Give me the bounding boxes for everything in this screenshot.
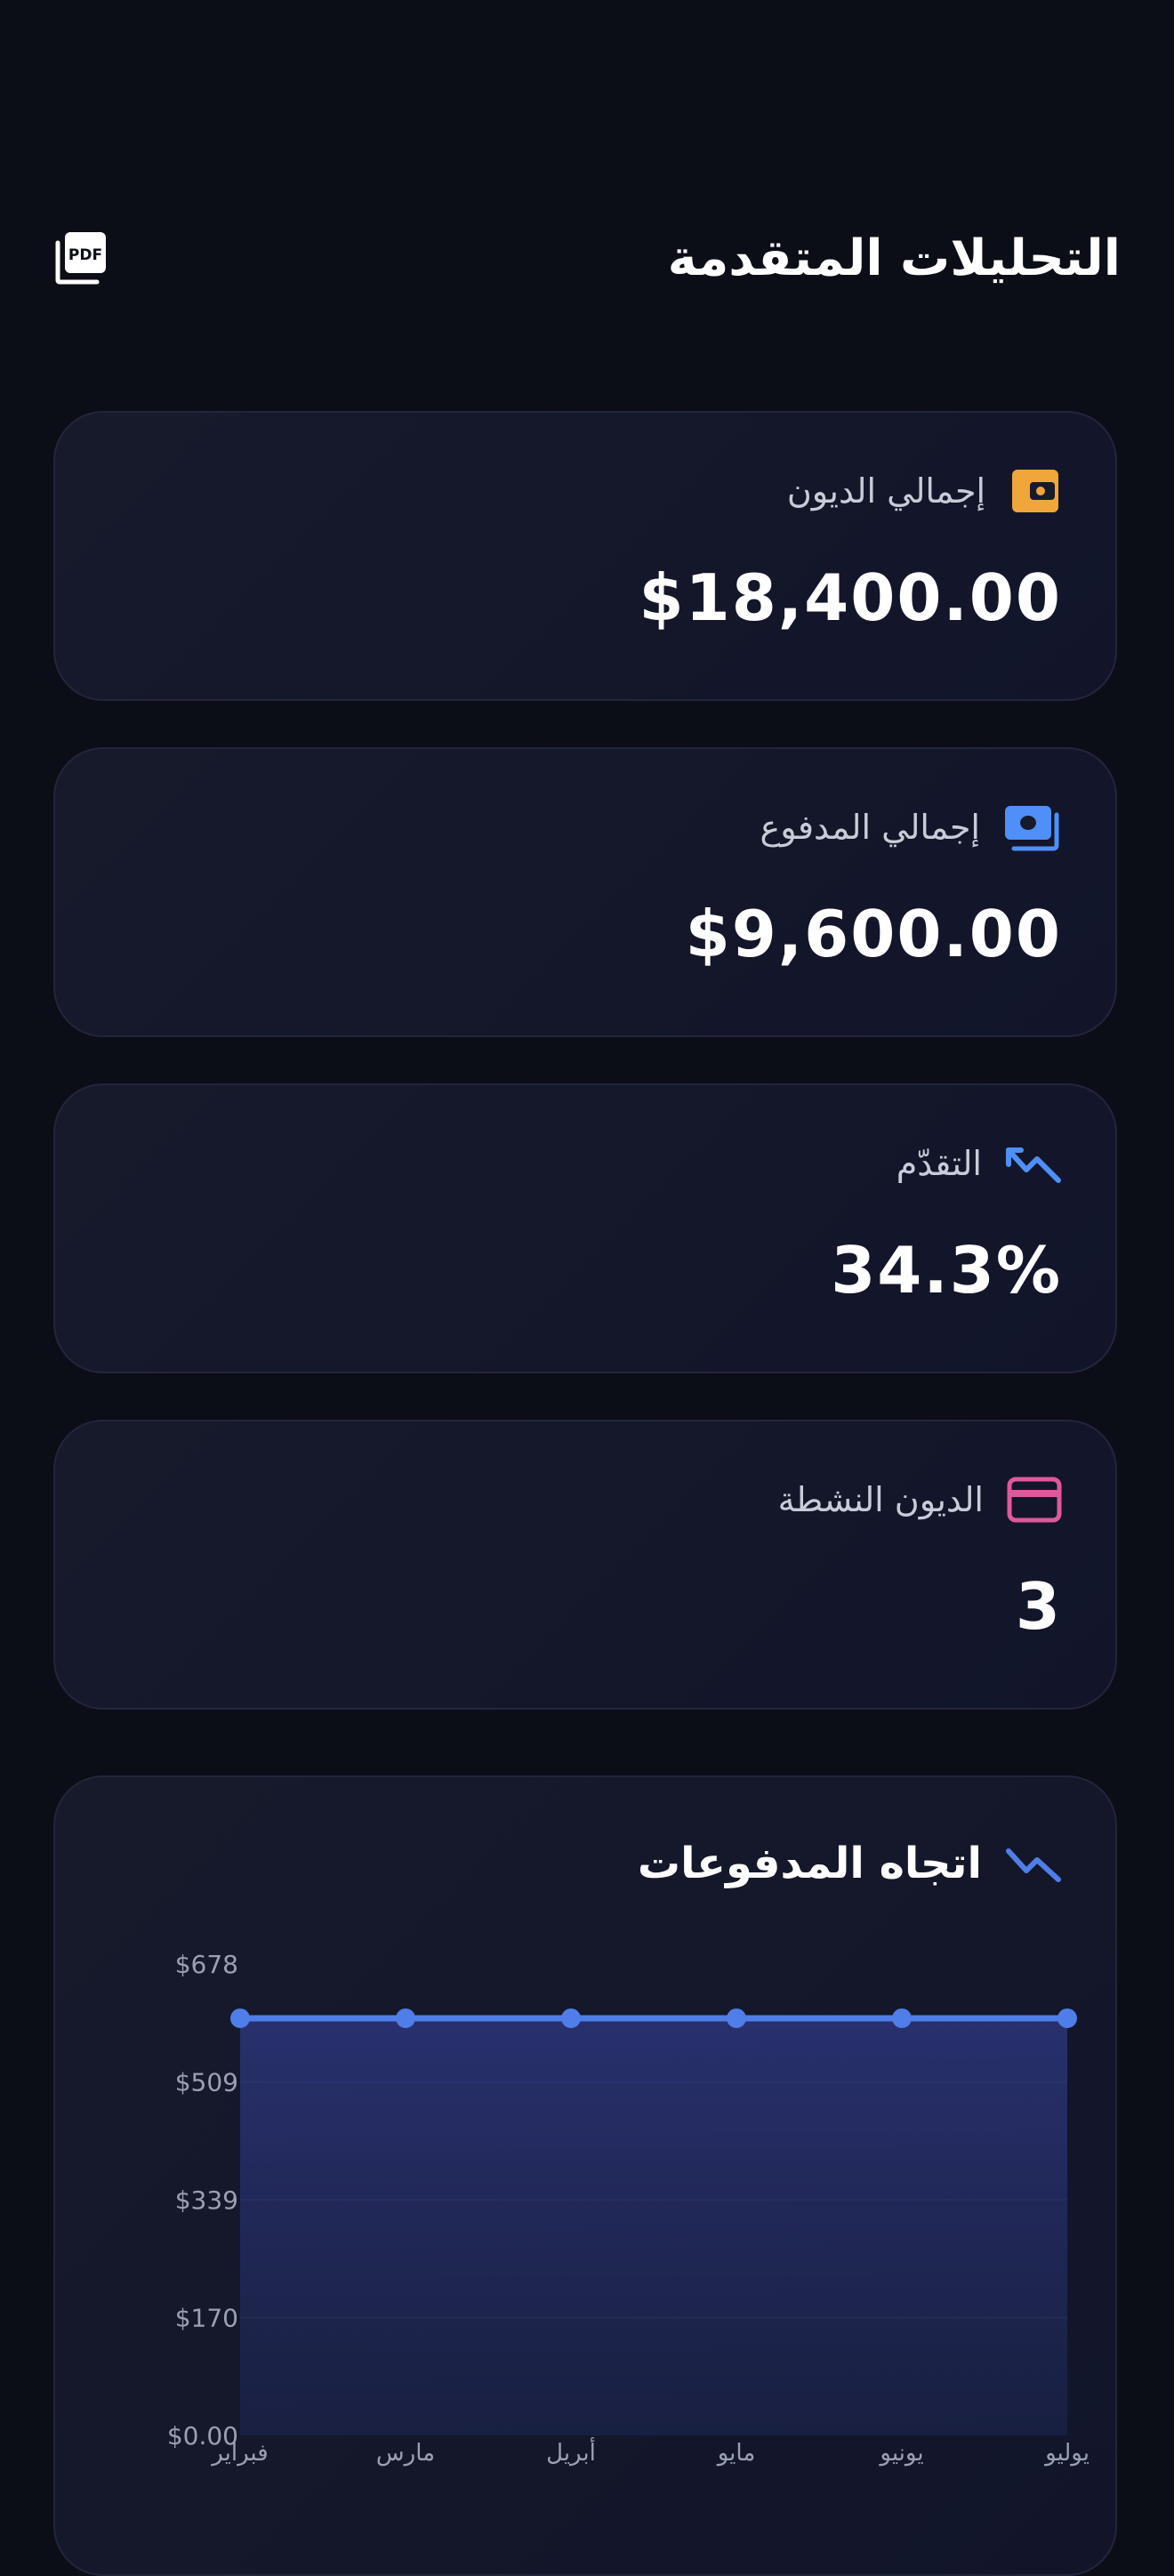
- stat-card-progress: التقدّم 34.3%: [53, 1083, 1117, 1373]
- stat-label: التقدّم: [896, 1144, 982, 1183]
- stat-value: 3: [1015, 1569, 1062, 1644]
- stat-label: الديون النشطة: [777, 1480, 984, 1519]
- x-tick-label: يونيو: [878, 2440, 923, 2467]
- money-icon: [1005, 806, 1059, 851]
- data-point: [230, 2008, 250, 2028]
- y-tick-label: $339: [175, 2186, 238, 2215]
- pdf-export-button[interactable]: PDF: [53, 229, 110, 286]
- header-bar: PDF التحليلات المتقدمة: [53, 221, 1121, 295]
- x-tick-label: يوليو: [1043, 2440, 1090, 2467]
- stat-value: 34.3%: [831, 1233, 1062, 1308]
- y-tick-label: $170: [175, 2304, 238, 2333]
- data-point: [727, 2008, 746, 2028]
- x-tick-label: فبراير: [210, 2440, 268, 2467]
- page-title: التحليلات المتقدمة: [667, 229, 1121, 287]
- data-point: [396, 2008, 415, 2028]
- x-tick-label: مارس: [376, 2440, 435, 2467]
- stat-label: إجمالي الديون: [786, 471, 985, 511]
- pdf-export-icon: PDF: [55, 232, 106, 285]
- y-tick-label: $678: [175, 1950, 238, 1979]
- data-point: [892, 2008, 912, 2028]
- trend-icon: [1006, 1848, 1061, 1882]
- stat-value: $18,400.00: [639, 560, 1062, 635]
- payments-chart: $678$509$339$170$0.00 فبراير مارس أبريل ماي…: [167, 1950, 1090, 2467]
- stat-label: إجمالي المدفوع: [760, 808, 980, 847]
- y-tick-label: $509: [175, 2068, 238, 2097]
- x-tick-label: أبريل: [546, 2436, 596, 2467]
- payments-trend-card: اتجاه المدفوعات $678 $509 $339 $170 $0.00 فب…: [53, 1775, 1117, 2576]
- stat-card-total-debt: إجمالي الديون $18,400.00: [53, 411, 1117, 701]
- trend-icon: [1006, 1147, 1061, 1183]
- area-fill: [240, 2017, 1067, 2435]
- stat-card-total-paid: إجمالي المدفوع $9,600.00: [53, 747, 1117, 1037]
- data-point: [1057, 2008, 1077, 2028]
- stat-card-active-debts: الديون النشطة 3: [53, 1420, 1117, 1710]
- svg-text:PDF: PDF: [68, 246, 102, 264]
- x-tick-label: مايو: [716, 2440, 756, 2467]
- wallet-icon: [1012, 470, 1058, 512]
- data-point: [561, 2008, 581, 2028]
- card-icon: [1007, 1477, 1062, 1523]
- chart-title: اتجاه المدفوعات: [637, 1839, 982, 1888]
- stat-value: $9,600.00: [685, 897, 1062, 971]
